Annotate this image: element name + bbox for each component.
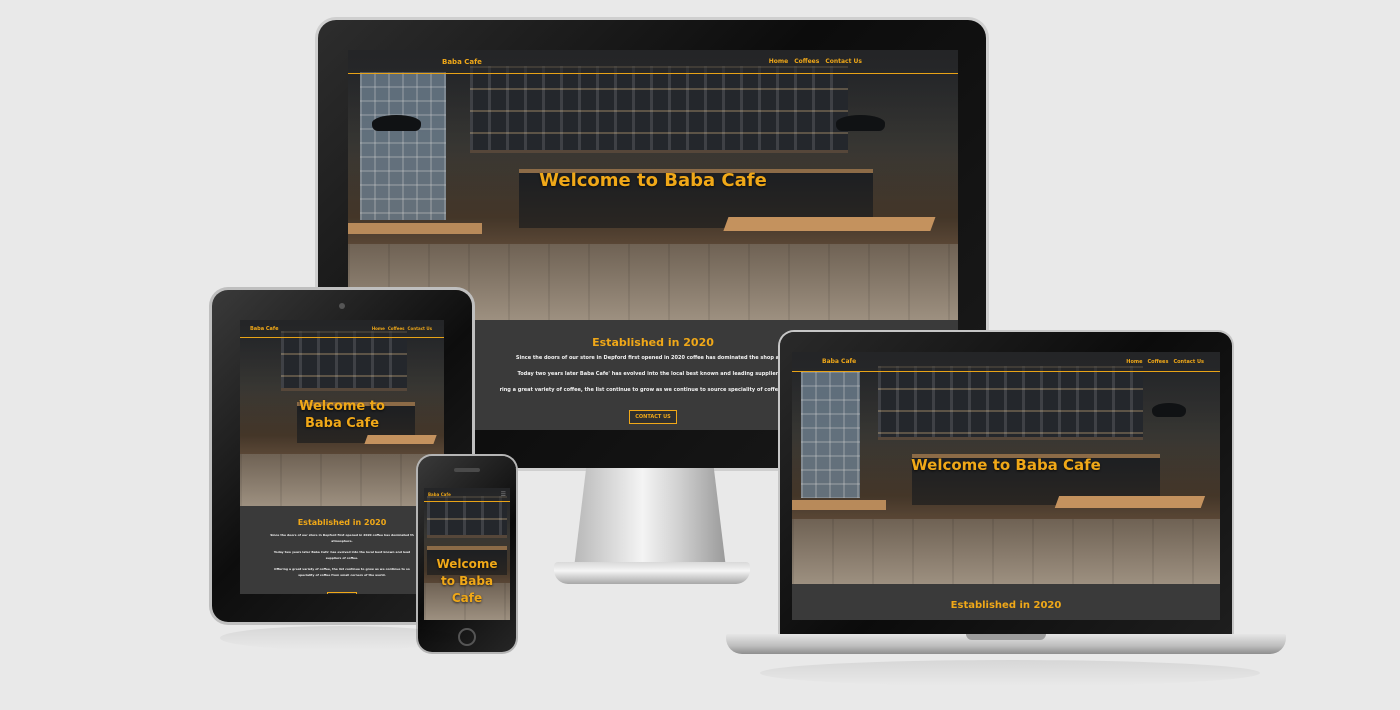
hero-title-line: Cafe [451, 591, 483, 605]
responsive-mockup: Baba Cafe Home Coffees Contact Us Welcom… [0, 0, 1400, 710]
hero-lamp [836, 114, 885, 131]
about-paragraph: speciality of coffee from small corners … [298, 573, 386, 577]
hero-title-line: Baba Cafe [304, 416, 380, 431]
monitor-stand-neck [574, 468, 726, 568]
hero-title: Welcome to Baba Cafe [240, 398, 444, 432]
hero-shelves [427, 495, 507, 539]
hero-floor [792, 519, 1220, 584]
nav-links: Home Coffees Contact Us [1126, 359, 1204, 365]
hero-window [800, 370, 861, 499]
hero-table [792, 500, 887, 510]
laptop-site-screen: Baba Cafe Home Coffees Contact Us Welcom… [792, 352, 1220, 620]
nav-home[interactable]: Home [769, 58, 788, 65]
tablet-site-screen: Baba Cafe Home Coffees Contact Us Welcom… [240, 320, 444, 594]
phone-home-button [458, 628, 476, 646]
monitor-stand-foot [554, 562, 750, 584]
hero-image: Baba Cafe Home Coffees Contact Us Welcom… [240, 320, 444, 506]
hero-floor [240, 453, 444, 506]
brand-logo[interactable]: Baba Cafe [442, 58, 482, 66]
nav-contact[interactable]: Contact Us [1173, 359, 1204, 365]
nav-coffees[interactable]: Coffees [388, 326, 405, 331]
brand-logo[interactable]: Baba Cafe [428, 492, 451, 497]
hero-title-line: Welcome to [299, 399, 385, 414]
brand-logo[interactable]: Baba Cafe [250, 326, 279, 332]
hero-title: Welcome to Baba Cafe [539, 170, 767, 191]
laptop-reflection [760, 660, 1260, 686]
hero-shelves [280, 331, 408, 391]
nav-coffees[interactable]: Coffees [794, 58, 819, 65]
nav-contact[interactable]: Contact Us [825, 58, 862, 65]
hero-title: Welcome to Baba Cafe [424, 556, 510, 607]
hero-title: Welcome to Baba Cafe [911, 456, 1101, 474]
nav-links: Home Coffees Contact Us [372, 326, 432, 331]
about-paragraph: suppliers of coffee. [325, 556, 359, 560]
about-heading: Established in 2020 [950, 600, 1062, 611]
navbar: Baba Cafe ☰ [424, 488, 510, 502]
hero-image: Baba Cafe ☰ Welcome to Baba Cafe [424, 488, 510, 620]
hamburger-icon[interactable]: ☰ [501, 491, 506, 498]
hero-table [348, 222, 483, 234]
hero-image: Baba Cafe Home Coffees Contact Us Welcom… [348, 50, 958, 320]
hero-table [364, 435, 438, 445]
phone-site-screen: Baba Cafe ☰ Welcome to Baba Cafe [424, 488, 510, 620]
hero-window [360, 71, 446, 221]
laptop-notch [966, 634, 1046, 640]
hero-table [1055, 495, 1206, 508]
hero-title-line: Welcome [436, 557, 498, 571]
phone-speaker [454, 468, 480, 472]
hero-shelves [877, 365, 1143, 441]
hero-lamp [372, 114, 422, 131]
nav-home[interactable]: Home [1126, 359, 1142, 365]
hero-image: Baba Cafe Home Coffees Contact Us Welcom… [792, 352, 1220, 584]
brand-logo[interactable]: Baba Cafe [822, 358, 856, 365]
hero-title-line: to Baba [440, 574, 494, 588]
about-section: Established in 2020 [792, 584, 1220, 620]
hero-table [723, 217, 937, 231]
about-section: Established in 2020 Since the doors of o… [240, 506, 444, 594]
nav-home[interactable]: Home [372, 326, 385, 331]
navbar: Baba Cafe Home Coffees Contact Us [240, 320, 444, 338]
nav-contact[interactable]: Contact Us [408, 326, 432, 331]
nav-links: Home Coffees Contact Us [769, 58, 862, 65]
hero-lamp [1151, 403, 1186, 417]
tablet-camera [339, 303, 345, 309]
hero-shelves [470, 66, 849, 153]
navbar: Baba Cafe Home Coffees Contact Us [792, 352, 1220, 372]
navbar: Baba Cafe Home Coffees Contact Us [348, 50, 958, 74]
contact-us-button[interactable]: CONTACT US [629, 410, 677, 424]
nav-coffees[interactable]: Coffees [1148, 359, 1169, 365]
tablet-reflection [220, 626, 460, 650]
about-paragraph: atmosphere. [331, 539, 353, 543]
contact-us-button[interactable]: CONTACT US [327, 592, 357, 594]
about-heading: Established in 2020 [297, 518, 387, 527]
